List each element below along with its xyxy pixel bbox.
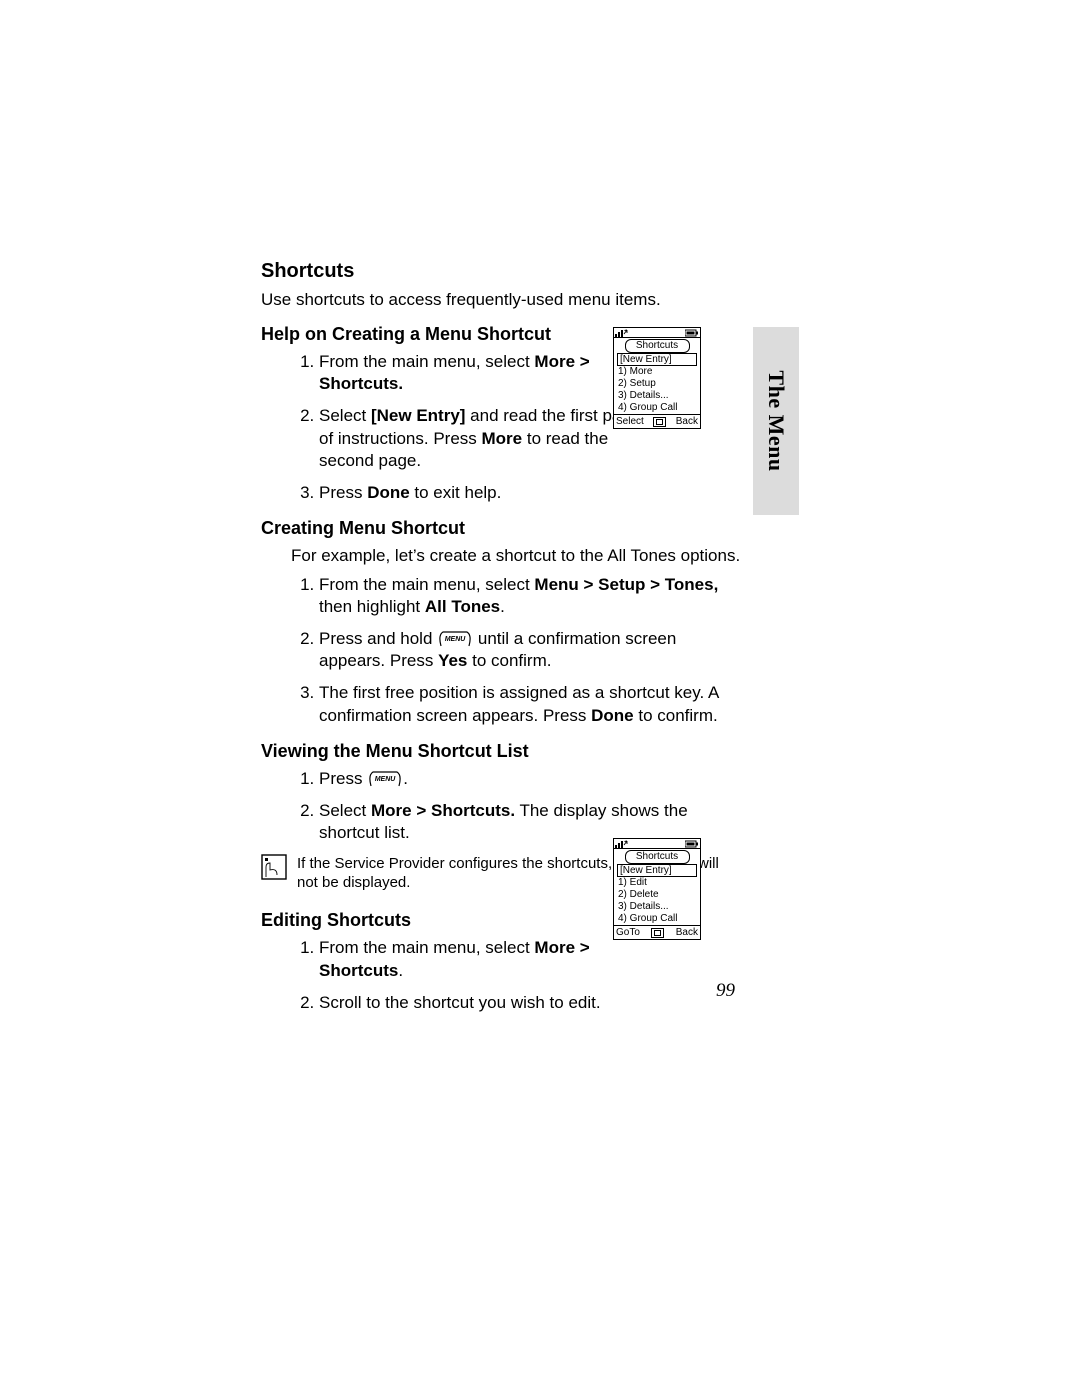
phone-screen-shortcuts-select: Shortcuts [New Entry] 1) More 2) Setup 3… (613, 327, 701, 429)
edit-step-2: Scroll to the shortcut you wish to edit. (319, 992, 651, 1014)
text: then highlight (319, 597, 425, 616)
intro-text: Use shortcuts to access frequently-used … (261, 289, 741, 310)
softkey-left: GoTo (616, 927, 640, 939)
create-step-2: Press and hold MENU until a confirmation… (319, 628, 741, 672)
text-bold: [New Entry] (371, 406, 465, 425)
softkey-left: Select (616, 416, 644, 428)
create-steps: From the main menu, select Menu > Setup … (261, 574, 741, 727)
battery-icon (685, 329, 699, 337)
menu-key-icon: MENU (437, 631, 473, 647)
text-bold: Done (367, 483, 410, 502)
battery-icon (685, 840, 699, 848)
phone-row: 3) Details... (618, 390, 696, 402)
side-tab-label: The Menu (763, 370, 789, 471)
heading-view: Viewing the Menu Shortcut List (261, 741, 741, 762)
text-bold: Menu > Setup > Tones, (534, 575, 718, 594)
text: From the main menu, select (319, 352, 534, 371)
help-step-1: From the main menu, select More > Shortc… (319, 351, 651, 395)
menu-key-icon: MENU (367, 771, 403, 787)
note-icon (261, 854, 287, 880)
phone-highlight: [New Entry] (617, 353, 697, 366)
page-number: 99 (716, 980, 735, 1002)
text: Press and hold (319, 629, 437, 648)
phone-row: 3) Details... (618, 901, 696, 913)
softkey-right: Back (676, 416, 698, 428)
signal-icon (615, 329, 633, 337)
phone-title: Shortcuts (625, 850, 690, 864)
phone-row: 2) Delete (618, 889, 696, 901)
help-steps: From the main menu, select More > Shortc… (261, 351, 651, 504)
phone-row: 4) Group Call (618, 402, 696, 414)
text-bold: More (482, 429, 523, 448)
text: . (398, 961, 403, 980)
section-title-shortcuts: Shortcuts (261, 260, 741, 283)
softkey-right: Back (676, 927, 698, 939)
phone-screen-shortcuts-goto: Shortcuts [New Entry] 1) Edit 2) Delete … (613, 838, 701, 940)
side-tab: The Menu (753, 327, 799, 515)
text: to exit help. (410, 483, 502, 502)
softkey-mid-icon (651, 928, 664, 938)
phone-row: 2) Setup (618, 378, 696, 390)
phone-title: Shortcuts (625, 339, 690, 353)
heading-create: Creating Menu Shortcut (261, 518, 741, 539)
text-bold: All Tones (425, 597, 500, 616)
phone-row: 1) More (618, 366, 696, 378)
text: to confirm. (467, 651, 551, 670)
text: Press (319, 769, 367, 788)
help-step-2: Select [New Entry] and read the first pa… (319, 405, 651, 471)
phone-softkeys: Select Back (614, 414, 700, 428)
text: From the main menu, select (319, 938, 534, 957)
text: Select (319, 406, 371, 425)
softkey-mid-icon (653, 417, 666, 427)
phone-row: 1) Edit (618, 877, 696, 889)
edit-step-1: From the main menu, select More > Shortc… (319, 937, 651, 981)
phone-softkeys: GoTo Back (614, 925, 700, 939)
signal-icon (615, 840, 633, 848)
text: Select (319, 801, 371, 820)
phone-rows: 1) More 2) Setup 3) Details... 4) Group … (614, 366, 700, 414)
phone-statusbar (614, 839, 700, 849)
menu-key-label: MENU (375, 776, 397, 783)
menu-key-label: MENU (445, 636, 467, 643)
text-bold: More > Shortcuts. (371, 801, 515, 820)
phone-statusbar (614, 328, 700, 338)
phone-rows: 1) Edit 2) Delete 3) Details... 4) Group… (614, 877, 700, 925)
create-intro: For example, let’s create a shortcut to … (261, 545, 741, 566)
text-bold: Done (591, 706, 634, 725)
view-step-1: Press MENU . (319, 768, 741, 790)
text: . (500, 597, 505, 616)
phone-row: 4) Group Call (618, 913, 696, 925)
edit-steps: From the main menu, select More > Shortc… (261, 937, 651, 1013)
phone-highlight: [New Entry] (617, 864, 697, 877)
create-step-3: The first free position is assigned as a… (319, 682, 741, 726)
help-step-3: Press Done to exit help. (319, 482, 651, 504)
view-steps: Press MENU . Select More > Shortcuts. Th… (261, 768, 741, 844)
text: to confirm. (634, 706, 718, 725)
text-bold: Yes (438, 651, 467, 670)
text: From the main menu, select (319, 575, 534, 594)
create-step-1: From the main menu, select Menu > Setup … (319, 574, 741, 618)
text: Press (319, 483, 367, 502)
text: . (403, 769, 408, 788)
